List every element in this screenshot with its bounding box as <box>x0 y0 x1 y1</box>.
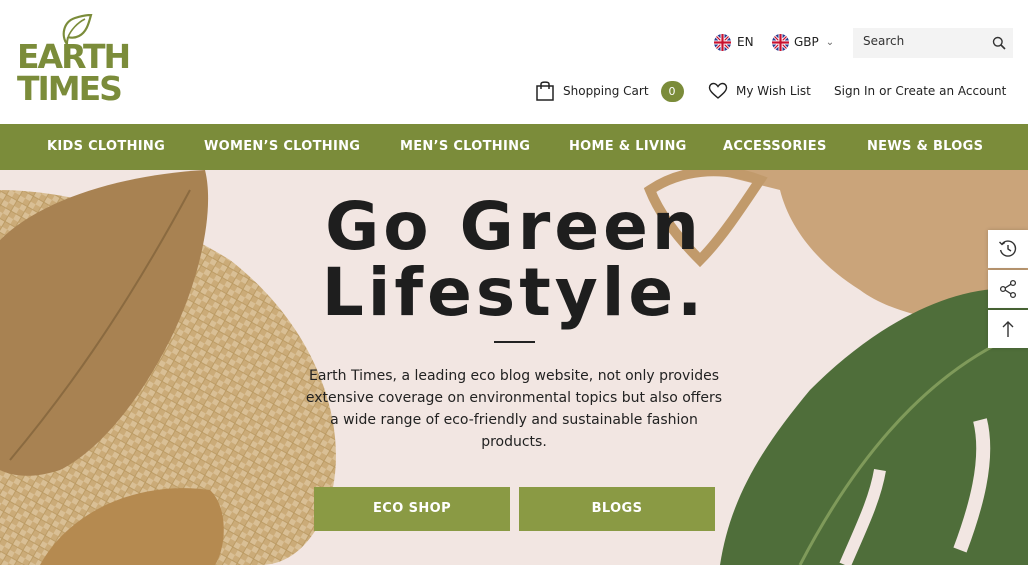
search-icon[interactable] <box>992 36 1006 50</box>
nav-item-mens-clothing[interactable]: MEN’S CLOTHING <box>400 124 530 170</box>
wishlist-link[interactable]: My Wish List <box>708 80 811 102</box>
heart-icon <box>708 82 728 99</box>
blogs-button[interactable]: BLOGS <box>519 487 715 531</box>
history-icon <box>999 240 1017 257</box>
nav-item-kids-clothing[interactable]: KIDS CLOTHING <box>47 124 165 170</box>
cart-count-badge: 0 <box>660 80 684 102</box>
hero-banner: Go Green Lifestyle. Earth Times, a leadi… <box>0 170 1028 565</box>
chevron-down-icon: ⌄ <box>825 36 835 48</box>
eco-shop-button[interactable]: ECO SHOP <box>314 487 510 531</box>
create-account-link[interactable]: Create an Account <box>895 84 1006 98</box>
search-box <box>853 28 1013 58</box>
uk-flag-icon <box>714 33 731 51</box>
share-button[interactable] <box>988 270 1028 308</box>
account-links: Sign In or Create an Account <box>834 80 1006 102</box>
hero-description: Earth Times, a leading eco blog website,… <box>305 368 723 450</box>
nav-item-news-blogs[interactable]: NEWS & BLOGS <box>867 124 983 170</box>
search-input[interactable] <box>863 28 993 54</box>
shopping-bag-icon <box>536 81 554 101</box>
arrow-up-icon <box>1002 321 1014 337</box>
wishlist-label: My Wish List <box>736 84 811 98</box>
shopping-cart-link[interactable]: Shopping Cart 0 <box>535 80 684 102</box>
logo[interactable]: EARTH TIMES <box>17 14 131 108</box>
recently-viewed-button[interactable] <box>988 230 1028 268</box>
site-header: EARTH TIMES EN GBP ⌄ Search Shopping Car… <box>0 0 1028 124</box>
currency-label: GBP <box>794 35 819 49</box>
main-navigation: KIDS CLOTHING WOMEN’S CLOTHING MEN’S CLO… <box>0 124 1028 170</box>
scroll-to-top-button[interactable] <box>988 310 1028 348</box>
language-label: EN <box>737 35 754 49</box>
hero-title-line1: Go Green <box>325 188 703 265</box>
language-selector[interactable]: EN <box>714 33 754 51</box>
nav-item-accessories[interactable]: ACCESSORIES <box>723 124 827 170</box>
nav-item-home-living[interactable]: HOME & LIVING <box>569 124 687 170</box>
currency-selector[interactable]: GBP ⌄ <box>772 33 834 51</box>
cart-label: Shopping Cart <box>563 84 649 98</box>
or-text: or <box>879 84 892 98</box>
uk-flag-icon <box>772 33 789 51</box>
hero-title-line2: Lifestyle. <box>321 254 707 331</box>
title-divider <box>494 341 535 343</box>
logo-text-line2: TIMES <box>17 69 123 108</box>
sign-in-link[interactable]: Sign In <box>834 84 875 98</box>
nav-item-womens-clothing[interactable]: WOMEN’S CLOTHING <box>204 124 360 170</box>
share-icon <box>999 279 1017 299</box>
hero-title: Go Green Lifestyle. <box>214 194 814 326</box>
